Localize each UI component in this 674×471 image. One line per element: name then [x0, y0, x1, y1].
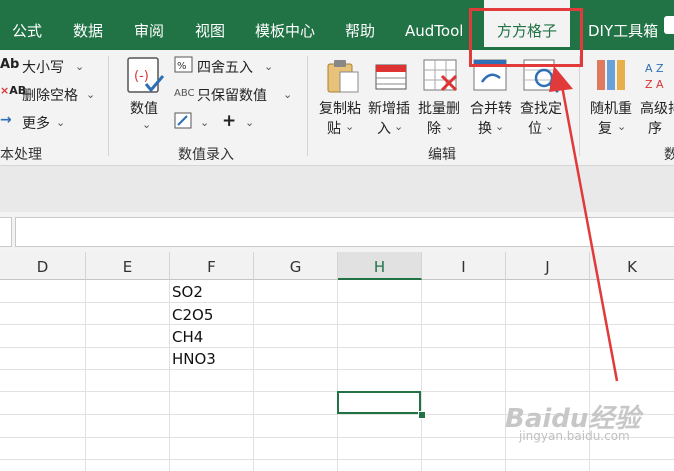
- watermark-url: jingyan.baidu.com: [519, 429, 630, 443]
